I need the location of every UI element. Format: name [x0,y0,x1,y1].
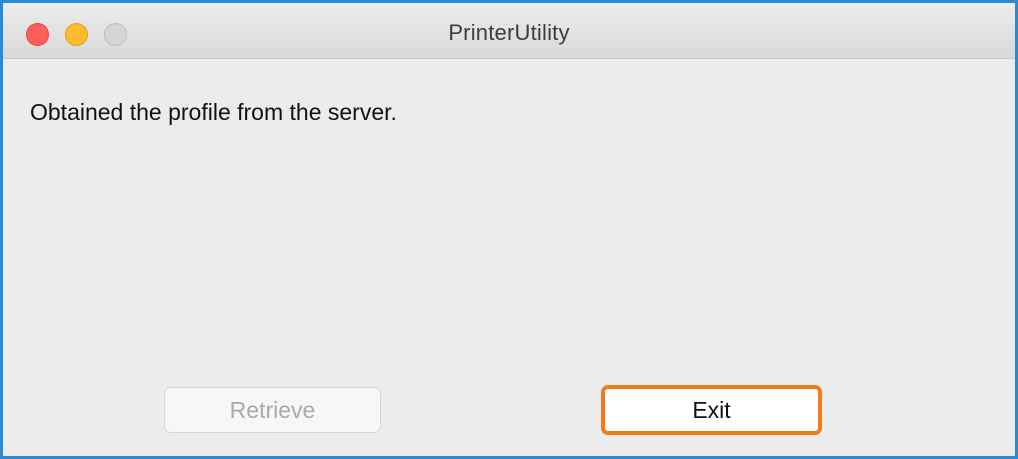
status-message: Obtained the profile from the server. [30,99,397,125]
printer-utility-window: PrinterUtility Obtained the profile from… [0,0,1018,459]
exit-button[interactable]: Exit [601,385,822,435]
title-bar[interactable]: PrinterUtility [3,3,1015,59]
retrieve-button: Retrieve [164,387,381,433]
window-title: PrinterUtility [448,20,570,45]
